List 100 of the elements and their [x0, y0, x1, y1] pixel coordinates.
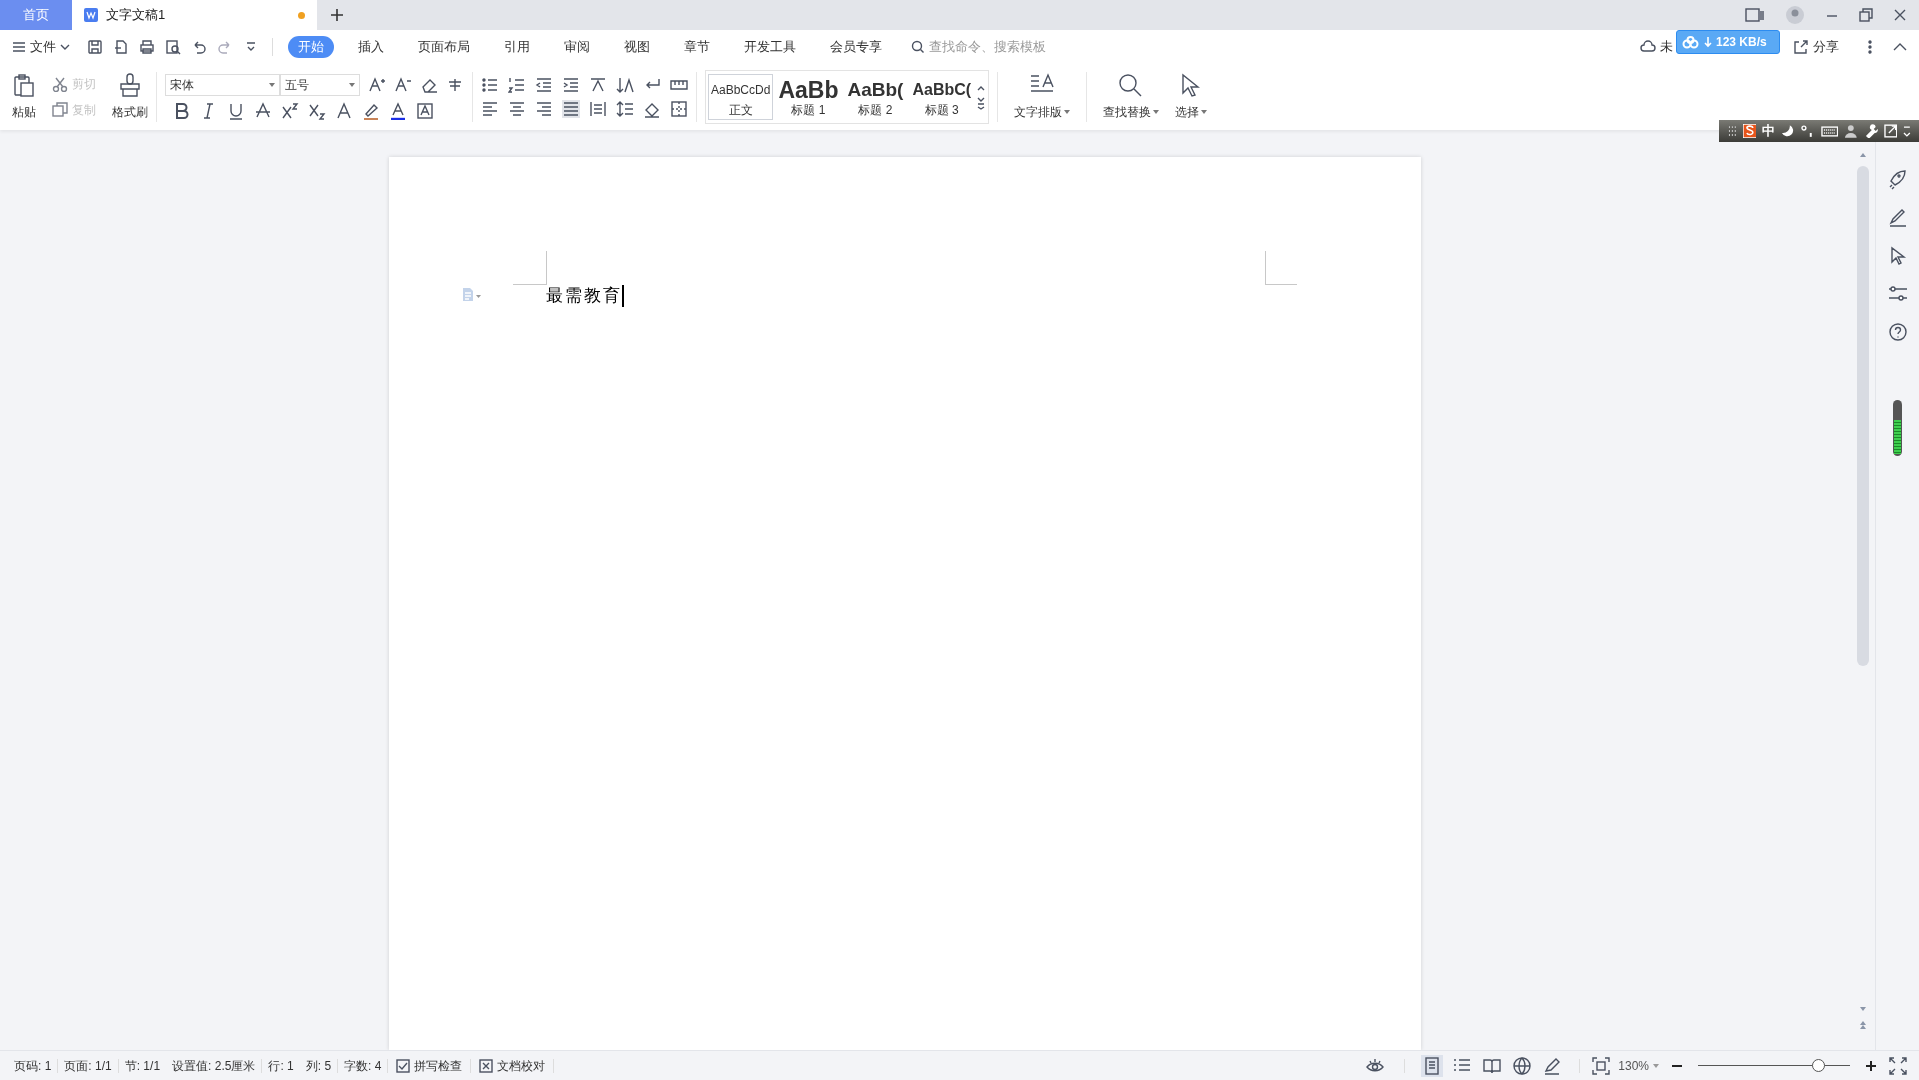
strikethrough-icon[interactable] — [254, 102, 272, 120]
more-icon[interactable] — [1867, 40, 1873, 54]
zoom-slider[interactable] — [1695, 1058, 1853, 1073]
collapse-icon[interactable] — [1893, 42, 1907, 52]
page-view-icon[interactable] — [1421, 1054, 1444, 1077]
ribbon-tab[interactable]: 章节 — [674, 37, 720, 57]
increase-indent-icon[interactable] — [562, 76, 580, 94]
scroll-down-icon[interactable] — [1859, 1006, 1867, 1012]
subscript-icon[interactable] — [308, 102, 326, 120]
cloud-icon — [1640, 39, 1656, 55]
help-icon[interactable] — [1887, 322, 1908, 342]
web-view-icon[interactable] — [1511, 1054, 1534, 1077]
status-text: 行: 1 — [267, 1057, 295, 1075]
ribbon-tab[interactable]: 视图 — [614, 37, 660, 57]
justify-icon[interactable] — [562, 100, 580, 118]
window-layout-icon[interactable] — [1745, 7, 1765, 23]
spell-check-button[interactable]: 拼写检查 — [388, 1056, 471, 1075]
share-button[interactable]: 分享 — [1793, 37, 1839, 57]
restore-icon[interactable] — [1859, 8, 1873, 22]
gallery-scroll-icon[interactable] — [976, 84, 987, 110]
style-preview: AaBb — [778, 77, 839, 103]
style-label: 标题 1 — [791, 103, 826, 117]
char-border-icon[interactable] — [416, 102, 434, 120]
shrink-font-icon[interactable] — [394, 76, 412, 94]
scroll-up-icon[interactable] — [1859, 152, 1867, 158]
ribbon-tab[interactable]: 页面布局 — [408, 37, 480, 57]
sliders-icon[interactable] — [1887, 284, 1908, 304]
keyboard-icon[interactable] — [1820, 124, 1839, 138]
sync-button[interactable]: 未 — [1640, 37, 1673, 57]
ribbon-tab[interactable]: 开发工具 — [734, 37, 806, 57]
file-menu[interactable]: 文件 — [12, 37, 70, 57]
zoom-in-icon[interactable] — [1865, 1059, 1877, 1072]
input-mode-toggle[interactable]: 中 — [1762, 121, 1776, 141]
font-family-dropdown[interactable]: 宋体 — [165, 74, 280, 96]
grow-font-icon[interactable] — [368, 76, 386, 94]
margin-corner-mark — [512, 251, 547, 285]
rocket-icon[interactable] — [1887, 170, 1908, 190]
decrease-indent-icon[interactable] — [535, 76, 553, 94]
highlighter-icon[interactable] — [362, 102, 380, 120]
ribbon-button[interactable]: 文字排版 — [1006, 64, 1079, 130]
wrench-icon[interactable] — [1863, 124, 1878, 138]
sort-icon[interactable] — [616, 76, 634, 94]
document-text: 最需教育 — [545, 285, 622, 307]
search-field[interactable]: 查找命令、搜索模板 — [911, 37, 1079, 57]
ribbon-button[interactable]: 查找替换 — [1095, 64, 1168, 130]
bullet-list-icon[interactable] — [481, 76, 499, 94]
style-option[interactable]: AaBbC( 标题 3 — [909, 74, 975, 120]
pen-icon[interactable] — [1887, 208, 1908, 228]
underline-icon[interactable] — [227, 102, 245, 120]
ribbon-button[interactable]: 选择 — [1167, 64, 1216, 130]
caret-icon — [1201, 110, 1208, 114]
ribbon-tab[interactable]: 审阅 — [554, 37, 600, 57]
export-icon[interactable] — [113, 39, 129, 55]
ribbon-tab[interactable]: 会员专享 — [820, 37, 892, 57]
close-icon[interactable] — [1893, 8, 1907, 22]
print-preview-icon[interactable] — [165, 39, 181, 55]
add-tab-icon[interactable] — [329, 7, 345, 23]
font-size-dropdown[interactable]: 五号 — [280, 74, 360, 96]
text-effect-icon[interactable] — [335, 102, 353, 120]
print-icon[interactable] — [139, 39, 155, 55]
superscript-icon[interactable] — [281, 102, 299, 120]
external-link-icon[interactable] — [1883, 124, 1898, 138]
overflow-icon[interactable] — [1903, 125, 1912, 137]
style-option[interactable]: AaBb( 标题 2 — [843, 74, 908, 120]
proofread-button[interactable]: 文档校对 — [471, 1056, 554, 1075]
ribbon-tab[interactable]: 引用 — [494, 37, 540, 57]
paste-button[interactable]: 粘贴 — [12, 73, 36, 121]
fullscreen-icon[interactable] — [1889, 1056, 1907, 1075]
style-option[interactable]: AaBbCcDd 正文 — [708, 74, 774, 120]
borders-icon[interactable] — [670, 100, 688, 118]
numbered-list-icon[interactable] — [508, 76, 526, 94]
punctuation-icon[interactable] — [1801, 124, 1815, 138]
bold-icon[interactable] — [173, 102, 191, 120]
style-option[interactable]: AaBb 标题 1 — [775, 74, 842, 120]
align-left-icon[interactable] — [481, 100, 499, 118]
user-icon[interactable] — [1844, 124, 1858, 138]
avatar-icon[interactable] — [1785, 5, 1805, 25]
align-right-icon[interactable] — [535, 100, 553, 118]
phonetic-icon[interactable] — [446, 76, 464, 94]
align-center-icon[interactable] — [508, 100, 526, 118]
ribbon-tab[interactable]: 插入 — [348, 37, 394, 57]
zoom-slider-thumb[interactable] — [1811, 1059, 1825, 1072]
caret-icon — [1653, 1063, 1659, 1068]
download-speed: 123 KB/s — [1716, 34, 1767, 51]
status-text: 页面: 1/1 — [63, 1057, 113, 1075]
fit-page-icon[interactable] — [1592, 1056, 1611, 1075]
format-painter-button[interactable]: 格式刷 — [112, 73, 148, 121]
grip-icon — [1727, 125, 1737, 137]
line-spacing-icon[interactable] — [616, 100, 634, 118]
zoom-dropdown[interactable]: 130% — [1618, 1056, 1659, 1075]
font-color-icon[interactable] — [389, 102, 407, 120]
moon-icon[interactable] — [1781, 124, 1796, 138]
save-icon[interactable] — [87, 39, 103, 55]
eye-protection-icon[interactable] — [1366, 1057, 1385, 1074]
scrollbar-thumb[interactable] — [1857, 166, 1869, 666]
tab[interactable]: 文字文稿1 — [72, 0, 317, 30]
previous-page-icon[interactable] — [1859, 1020, 1867, 1030]
text-direction-icon[interactable] — [589, 76, 607, 94]
distribute-icon[interactable] — [589, 100, 607, 118]
menu-icon — [12, 40, 26, 54]
